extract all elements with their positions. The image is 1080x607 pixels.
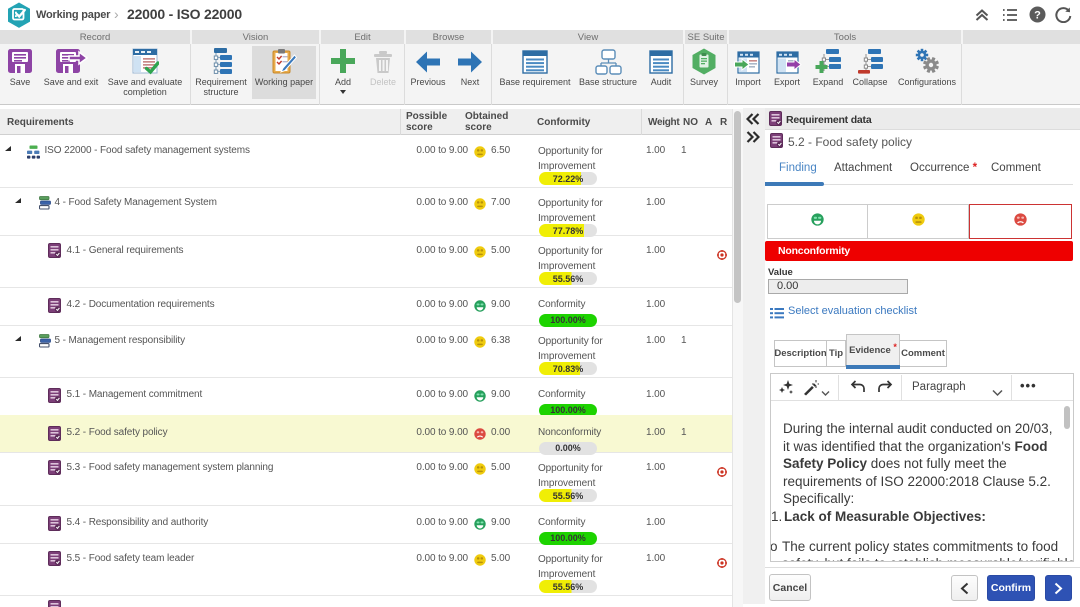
svg-text:?: ? xyxy=(1034,10,1041,22)
